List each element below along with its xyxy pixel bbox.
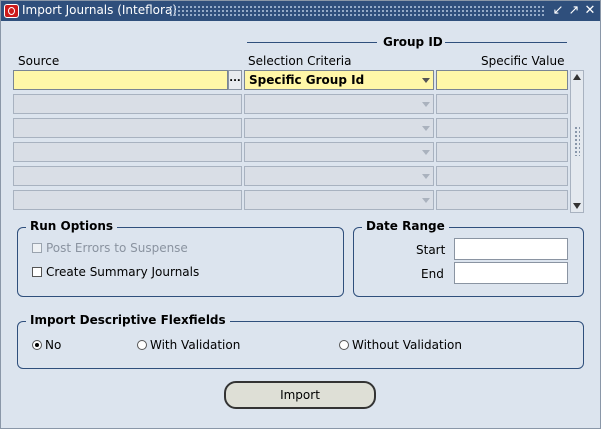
specific-value-field[interactable]: [436, 190, 568, 210]
source-header: Source: [18, 54, 60, 68]
chevron-down-icon: [422, 78, 430, 83]
selection-criteria-value: Specific Group Id: [249, 73, 365, 87]
scroll-down-icon[interactable]: [573, 203, 581, 209]
lov-button[interactable]: ...: [228, 70, 242, 90]
import-button[interactable]: Import: [224, 381, 376, 409]
specific-value-field[interactable]: [436, 70, 568, 90]
chevron-down-icon: [422, 150, 430, 155]
scroll-grip[interactable]: [574, 126, 580, 156]
scroll-up-icon[interactable]: [573, 74, 581, 80]
source-field[interactable]: [13, 190, 242, 210]
selection-criteria-dropdown[interactable]: [244, 190, 434, 210]
window-title: Import Journals (Inteflora): [22, 3, 177, 17]
rows-scrollbar[interactable]: [570, 70, 584, 213]
radio-with-validation-label: With Validation: [150, 338, 241, 352]
flexfields-title: Import Descriptive Flexfields: [26, 313, 230, 327]
radio-no-label: No: [45, 338, 62, 352]
specific-value-field[interactable]: [436, 94, 568, 114]
start-date-field[interactable]: [454, 238, 568, 260]
specific-value-field[interactable]: [436, 166, 568, 186]
source-field[interactable]: [13, 70, 228, 90]
selection-criteria-dropdown[interactable]: [244, 94, 434, 114]
minimize-icon[interactable]: ↙: [550, 3, 566, 19]
maximize-icon[interactable]: ↗: [566, 3, 582, 19]
source-field[interactable]: [13, 94, 242, 114]
radio-without-validation[interactable]: [339, 340, 349, 350]
source-field[interactable]: [13, 118, 242, 138]
radio-with-validation[interactable]: [137, 340, 147, 350]
group-id-line-right: [445, 42, 567, 43]
selection-criteria-dropdown[interactable]: Specific Group Id: [244, 70, 434, 90]
selection-criteria-dropdown[interactable]: [244, 166, 434, 186]
post-errors-checkbox[interactable]: [32, 243, 42, 253]
chevron-down-icon: [422, 174, 430, 179]
create-summary-label: Create Summary Journals: [46, 265, 200, 279]
group-id-line-left: [247, 42, 377, 43]
chevron-down-icon: [422, 126, 430, 131]
specific-value-header: Specific Value: [481, 54, 565, 68]
post-errors-label: Post Errors to Suspense: [46, 241, 188, 255]
title-bar[interactable]: Import Journals (Inteflora) ↙ ↗ ✕: [1, 1, 600, 21]
start-label: Start: [416, 243, 446, 257]
source-field[interactable]: [13, 142, 242, 162]
date-range-title: Date Range: [362, 219, 449, 233]
group-id-header: Group ID: [383, 35, 443, 49]
run-options-group: Run Options: [17, 219, 344, 297]
flexfields-group: Import Descriptive Flexfields: [17, 313, 584, 369]
specific-value-field[interactable]: [436, 142, 568, 162]
selection-criteria-dropdown[interactable]: [244, 118, 434, 138]
radio-without-validation-label: Without Validation: [352, 338, 462, 352]
chevron-down-icon: [422, 198, 430, 203]
selection-criteria-header: Selection Criteria: [248, 54, 352, 68]
title-bar-pattern: [169, 5, 545, 17]
import-journals-window: Import Journals (Inteflora) ↙ ↗ ✕ Group …: [0, 0, 601, 429]
selection-criteria-dropdown[interactable]: [244, 142, 434, 162]
chevron-down-icon: [422, 102, 430, 107]
oracle-app-icon: [4, 4, 19, 18]
close-icon[interactable]: ✕: [582, 3, 598, 19]
source-field[interactable]: [13, 166, 242, 186]
end-date-field[interactable]: [454, 262, 568, 284]
run-options-title: Run Options: [26, 219, 118, 233]
specific-value-field[interactable]: [436, 118, 568, 138]
create-summary-checkbox[interactable]: [32, 267, 42, 277]
end-label: End: [421, 267, 444, 281]
radio-no[interactable]: [32, 340, 42, 350]
